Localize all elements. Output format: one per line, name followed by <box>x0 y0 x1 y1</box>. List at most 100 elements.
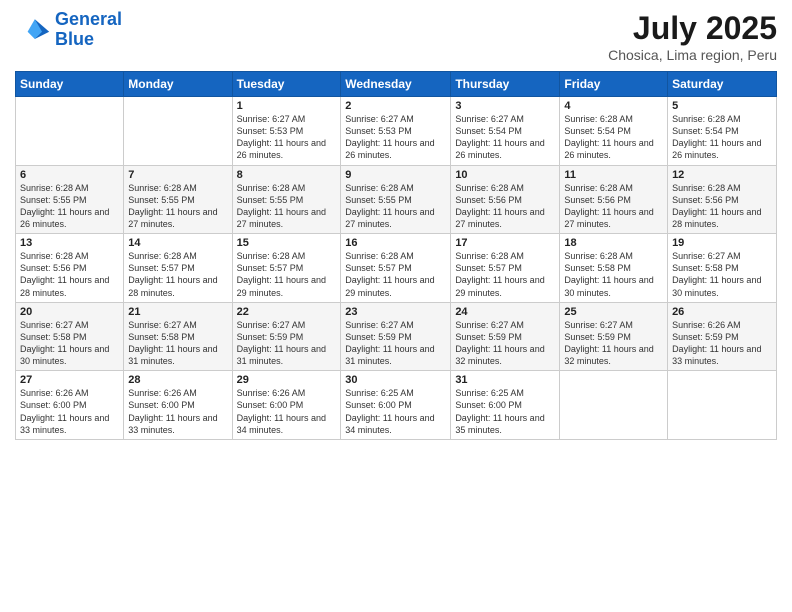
day-info: Sunrise: 6:27 AM Sunset: 5:58 PM Dayligh… <box>128 319 227 368</box>
day-number: 13 <box>20 237 119 249</box>
day-info: Sunrise: 6:28 AM Sunset: 5:55 PM Dayligh… <box>20 182 119 231</box>
day-number: 12 <box>672 169 772 181</box>
calendar-header: SundayMondayTuesdayWednesdayThursdayFrid… <box>16 72 777 97</box>
day-number: 4 <box>564 100 663 112</box>
logo-icon <box>15 12 51 48</box>
day-number: 17 <box>455 237 555 249</box>
day-info: Sunrise: 6:27 AM Sunset: 5:53 PM Dayligh… <box>237 113 337 162</box>
day-info: Sunrise: 6:27 AM Sunset: 5:59 PM Dayligh… <box>237 319 337 368</box>
day-cell: 24Sunrise: 6:27 AM Sunset: 5:59 PM Dayli… <box>451 302 560 371</box>
title-block: July 2025 Chosica, Lima region, Peru <box>608 10 777 63</box>
day-cell <box>16 97 124 166</box>
day-cell: 5Sunrise: 6:28 AM Sunset: 5:54 PM Daylig… <box>668 97 777 166</box>
subtitle: Chosica, Lima region, Peru <box>608 47 777 63</box>
week-row-1: 6Sunrise: 6:28 AM Sunset: 5:55 PM Daylig… <box>16 165 777 234</box>
day-number: 27 <box>20 374 119 386</box>
day-cell: 10Sunrise: 6:28 AM Sunset: 5:56 PM Dayli… <box>451 165 560 234</box>
day-info: Sunrise: 6:28 AM Sunset: 5:55 PM Dayligh… <box>237 182 337 231</box>
day-cell: 25Sunrise: 6:27 AM Sunset: 5:59 PM Dayli… <box>560 302 668 371</box>
day-info: Sunrise: 6:26 AM Sunset: 5:59 PM Dayligh… <box>672 319 772 368</box>
week-row-4: 27Sunrise: 6:26 AM Sunset: 6:00 PM Dayli… <box>16 371 777 440</box>
day-cell: 21Sunrise: 6:27 AM Sunset: 5:58 PM Dayli… <box>124 302 232 371</box>
day-number: 26 <box>672 306 772 318</box>
day-number: 30 <box>345 374 446 386</box>
day-cell: 11Sunrise: 6:28 AM Sunset: 5:56 PM Dayli… <box>560 165 668 234</box>
day-number: 21 <box>128 306 227 318</box>
week-row-0: 1Sunrise: 6:27 AM Sunset: 5:53 PM Daylig… <box>16 97 777 166</box>
day-number: 31 <box>455 374 555 386</box>
day-cell: 16Sunrise: 6:28 AM Sunset: 5:57 PM Dayli… <box>341 234 451 303</box>
page: General Blue July 2025 Chosica, Lima reg… <box>0 0 792 612</box>
day-cell: 30Sunrise: 6:25 AM Sunset: 6:00 PM Dayli… <box>341 371 451 440</box>
day-number: 7 <box>128 169 227 181</box>
day-info: Sunrise: 6:28 AM Sunset: 5:58 PM Dayligh… <box>564 250 663 299</box>
header: General Blue July 2025 Chosica, Lima reg… <box>15 10 777 63</box>
day-number: 3 <box>455 100 555 112</box>
day-cell: 28Sunrise: 6:26 AM Sunset: 6:00 PM Dayli… <box>124 371 232 440</box>
day-number: 10 <box>455 169 555 181</box>
header-cell-monday: Monday <box>124 72 232 97</box>
day-cell: 23Sunrise: 6:27 AM Sunset: 5:59 PM Dayli… <box>341 302 451 371</box>
day-cell: 9Sunrise: 6:28 AM Sunset: 5:55 PM Daylig… <box>341 165 451 234</box>
day-cell: 2Sunrise: 6:27 AM Sunset: 5:53 PM Daylig… <box>341 97 451 166</box>
day-number: 2 <box>345 100 446 112</box>
day-info: Sunrise: 6:26 AM Sunset: 6:00 PM Dayligh… <box>20 387 119 436</box>
day-number: 8 <box>237 169 337 181</box>
header-row: SundayMondayTuesdayWednesdayThursdayFrid… <box>16 72 777 97</box>
main-title: July 2025 <box>608 10 777 47</box>
day-info: Sunrise: 6:27 AM Sunset: 5:59 PM Dayligh… <box>455 319 555 368</box>
day-info: Sunrise: 6:27 AM Sunset: 5:58 PM Dayligh… <box>20 319 119 368</box>
header-cell-wednesday: Wednesday <box>341 72 451 97</box>
day-info: Sunrise: 6:27 AM Sunset: 5:59 PM Dayligh… <box>345 319 446 368</box>
day-cell: 22Sunrise: 6:27 AM Sunset: 5:59 PM Dayli… <box>232 302 341 371</box>
day-number: 25 <box>564 306 663 318</box>
logo: General Blue <box>15 10 122 50</box>
day-number: 23 <box>345 306 446 318</box>
day-info: Sunrise: 6:28 AM Sunset: 5:57 PM Dayligh… <box>345 250 446 299</box>
day-info: Sunrise: 6:27 AM Sunset: 5:53 PM Dayligh… <box>345 113 446 162</box>
header-cell-friday: Friday <box>560 72 668 97</box>
header-cell-sunday: Sunday <box>16 72 124 97</box>
day-info: Sunrise: 6:25 AM Sunset: 6:00 PM Dayligh… <box>455 387 555 436</box>
day-cell: 6Sunrise: 6:28 AM Sunset: 5:55 PM Daylig… <box>16 165 124 234</box>
day-cell: 1Sunrise: 6:27 AM Sunset: 5:53 PM Daylig… <box>232 97 341 166</box>
day-info: Sunrise: 6:28 AM Sunset: 5:57 PM Dayligh… <box>128 250 227 299</box>
header-cell-thursday: Thursday <box>451 72 560 97</box>
day-number: 24 <box>455 306 555 318</box>
day-cell <box>560 371 668 440</box>
logo-general: General <box>55 9 122 29</box>
day-info: Sunrise: 6:28 AM Sunset: 5:56 PM Dayligh… <box>20 250 119 299</box>
day-cell: 12Sunrise: 6:28 AM Sunset: 5:56 PM Dayli… <box>668 165 777 234</box>
day-cell: 4Sunrise: 6:28 AM Sunset: 5:54 PM Daylig… <box>560 97 668 166</box>
logo-text: General Blue <box>55 10 122 50</box>
day-cell: 17Sunrise: 6:28 AM Sunset: 5:57 PM Dayli… <box>451 234 560 303</box>
day-cell: 29Sunrise: 6:26 AM Sunset: 6:00 PM Dayli… <box>232 371 341 440</box>
logo-blue: Blue <box>55 29 94 49</box>
day-number: 29 <box>237 374 337 386</box>
day-info: Sunrise: 6:26 AM Sunset: 6:00 PM Dayligh… <box>237 387 337 436</box>
day-number: 9 <box>345 169 446 181</box>
header-cell-saturday: Saturday <box>668 72 777 97</box>
day-number: 15 <box>237 237 337 249</box>
day-info: Sunrise: 6:28 AM Sunset: 5:56 PM Dayligh… <box>455 182 555 231</box>
calendar-body: 1Sunrise: 6:27 AM Sunset: 5:53 PM Daylig… <box>16 97 777 440</box>
day-info: Sunrise: 6:28 AM Sunset: 5:54 PM Dayligh… <box>672 113 772 162</box>
day-info: Sunrise: 6:26 AM Sunset: 6:00 PM Dayligh… <box>128 387 227 436</box>
day-number: 16 <box>345 237 446 249</box>
day-number: 22 <box>237 306 337 318</box>
day-cell: 31Sunrise: 6:25 AM Sunset: 6:00 PM Dayli… <box>451 371 560 440</box>
day-info: Sunrise: 6:28 AM Sunset: 5:55 PM Dayligh… <box>128 182 227 231</box>
day-info: Sunrise: 6:27 AM Sunset: 5:59 PM Dayligh… <box>564 319 663 368</box>
day-cell: 7Sunrise: 6:28 AM Sunset: 5:55 PM Daylig… <box>124 165 232 234</box>
day-number: 1 <box>237 100 337 112</box>
day-cell: 13Sunrise: 6:28 AM Sunset: 5:56 PM Dayli… <box>16 234 124 303</box>
day-number: 11 <box>564 169 663 181</box>
day-number: 14 <box>128 237 227 249</box>
calendar-table: SundayMondayTuesdayWednesdayThursdayFrid… <box>15 71 777 440</box>
day-cell: 15Sunrise: 6:28 AM Sunset: 5:57 PM Dayli… <box>232 234 341 303</box>
day-number: 20 <box>20 306 119 318</box>
day-number: 19 <box>672 237 772 249</box>
day-info: Sunrise: 6:25 AM Sunset: 6:00 PM Dayligh… <box>345 387 446 436</box>
day-cell: 8Sunrise: 6:28 AM Sunset: 5:55 PM Daylig… <box>232 165 341 234</box>
header-cell-tuesday: Tuesday <box>232 72 341 97</box>
